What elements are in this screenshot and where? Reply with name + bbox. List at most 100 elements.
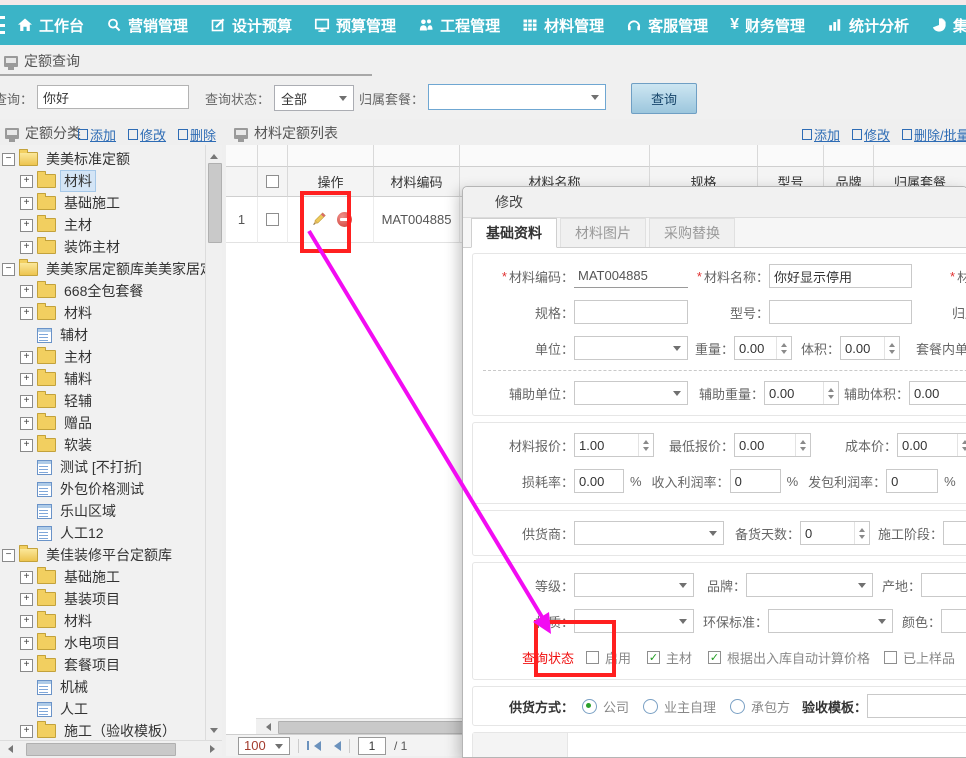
aux-weight-input[interactable]: 0.00 (764, 381, 839, 405)
expand-icon[interactable] (20, 637, 33, 650)
page-number-input[interactable]: 1 (358, 737, 386, 755)
material-name-input[interactable]: 你好显示停用 (769, 264, 912, 288)
income-rate-input[interactable]: 0 (730, 469, 781, 493)
edit-pencil-icon[interactable] (310, 211, 327, 228)
search-button[interactable]: 查询 (631, 83, 697, 114)
tree-item[interactable]: 材料 (0, 610, 205, 632)
scrollbar-thumb[interactable] (208, 163, 222, 243)
nav-workbench[interactable]: 工作台 (6, 5, 95, 45)
nav-marketing[interactable]: 营销管理 (95, 5, 199, 45)
row-checkbox[interactable] (266, 213, 279, 226)
tree-item[interactable]: 轻辅 (0, 390, 205, 412)
spec-input[interactable] (574, 300, 688, 324)
tree-item[interactable]: 水电项目 (0, 632, 205, 654)
supply-company-radio[interactable] (582, 699, 597, 714)
tree-item[interactable]: 乐山区域 (0, 500, 205, 522)
expand-icon[interactable] (20, 417, 33, 430)
acceptance-template-input[interactable] (867, 694, 966, 718)
tree-item[interactable]: 辅材 (0, 324, 205, 346)
tree-hscrollbar[interactable] (0, 740, 222, 756)
grade-select[interactable] (574, 573, 694, 597)
scroll-left-icon[interactable] (262, 723, 271, 731)
nav-group-stats[interactable]: 集团统计 (920, 5, 966, 45)
expand-icon[interactable] (20, 219, 33, 232)
sample-checkbox[interactable] (884, 651, 897, 664)
tree-item[interactable]: 外包价格测试 (0, 478, 205, 500)
supply-contractor-radio[interactable] (730, 699, 745, 714)
collapse-icon[interactable] (2, 263, 15, 276)
cost-price-input[interactable]: 0.00 (897, 433, 966, 457)
tree-item[interactable]: 基础施工 (0, 566, 205, 588)
expand-icon[interactable] (20, 615, 33, 628)
tree-item[interactable]: 美美家居定额库美美家居定额库 (0, 258, 205, 280)
tree-item[interactable]: 主材 (0, 346, 205, 368)
loss-rate-input[interactable]: 0.00 (574, 469, 624, 493)
origin-input[interactable] (921, 573, 966, 597)
tree-item[interactable]: 人工 (0, 698, 205, 720)
collapse-icon[interactable] (2, 153, 15, 166)
expand-icon[interactable] (20, 439, 33, 452)
first-page-button[interactable] (307, 741, 321, 751)
tab-basic-info[interactable]: 基础资料 (471, 218, 557, 248)
expand-icon[interactable] (20, 175, 33, 188)
expand-icon[interactable] (20, 351, 33, 364)
nav-budget[interactable]: 预算管理 (303, 5, 407, 45)
tree-item[interactable]: 机械 (0, 676, 205, 698)
nav-service[interactable]: 客服管理 (615, 5, 719, 45)
tree-item[interactable]: 基装项目 (0, 588, 205, 610)
list-delete-link[interactable]: 删除/批量 (902, 125, 966, 144)
tree-item[interactable]: 668全包套餐 (0, 280, 205, 302)
tree-item[interactable]: 施工（验收模板） (0, 720, 205, 742)
enable-checkbox[interactable] (586, 651, 599, 664)
color-input[interactable] (941, 609, 966, 633)
auto-price-checkbox[interactable] (708, 651, 721, 664)
supplier-select[interactable] (574, 521, 724, 545)
tree-item[interactable]: 辅料 (0, 368, 205, 390)
nav-finance[interactable]: ¥ 财务管理 (719, 5, 816, 45)
weight-input[interactable]: 0.00 (734, 336, 792, 360)
model-input[interactable] (769, 300, 912, 324)
tree-vscrollbar[interactable] (205, 145, 222, 740)
tree-item[interactable]: 基础施工 (0, 192, 205, 214)
supply-owner-radio[interactable] (643, 699, 658, 714)
list-edit-link[interactable]: 修改 (852, 125, 890, 144)
nav-materials[interactable]: 材料管理 (511, 5, 615, 45)
query-input[interactable] (37, 85, 189, 109)
expand-icon[interactable] (20, 373, 33, 386)
collapse-icon[interactable] (2, 549, 15, 562)
env-standard-select[interactable] (768, 609, 893, 633)
prev-page-button[interactable] (329, 741, 341, 751)
query-status-select[interactable]: 全部 (274, 85, 354, 111)
nav-engineering[interactable]: 工程管理 (407, 5, 511, 45)
tree-item[interactable]: 套餐项目 (0, 654, 205, 676)
expand-icon[interactable] (20, 285, 33, 298)
expand-icon[interactable] (20, 197, 33, 210)
scrollbar-thumb[interactable] (26, 743, 176, 756)
tree-item[interactable]: 主材 (0, 214, 205, 236)
tree-item-selected[interactable]: 材料 (0, 170, 205, 192)
scroll-up-icon[interactable] (210, 150, 218, 159)
tree-item[interactable]: 材料 (0, 302, 205, 324)
contract-rate-input[interactable]: 0 (886, 469, 938, 493)
tree-item[interactable]: 软装 (0, 434, 205, 456)
unit-select[interactable] (574, 336, 688, 360)
nav-statistics[interactable]: 统计分析 (816, 5, 920, 45)
volume-input[interactable]: 0.00 (840, 336, 900, 360)
min-price-input[interactable]: 0.00 (734, 433, 811, 457)
scroll-down-icon[interactable] (210, 728, 218, 737)
tree-item[interactable]: 测试 [不打折] (0, 456, 205, 478)
tab-purchase-replace[interactable]: 采购替换 (649, 218, 735, 247)
tree-add-link[interactable]: 添加 (78, 125, 116, 144)
package-select[interactable] (428, 84, 606, 110)
tab-material-image[interactable]: 材料图片 (560, 218, 646, 247)
select-all-checkbox[interactable] (266, 175, 279, 188)
tree-delete-link[interactable]: 删除 (178, 125, 216, 144)
tree-item[interactable]: 装饰主材 (0, 236, 205, 258)
stage-input[interactable] (943, 521, 966, 545)
tree-edit-link[interactable]: 修改 (128, 125, 166, 144)
expand-icon[interactable] (20, 241, 33, 254)
expand-icon[interactable] (20, 593, 33, 606)
expand-icon[interactable] (20, 307, 33, 320)
expand-icon[interactable] (20, 571, 33, 584)
tab-quota-query[interactable]: 定额查询 (4, 51, 80, 71)
